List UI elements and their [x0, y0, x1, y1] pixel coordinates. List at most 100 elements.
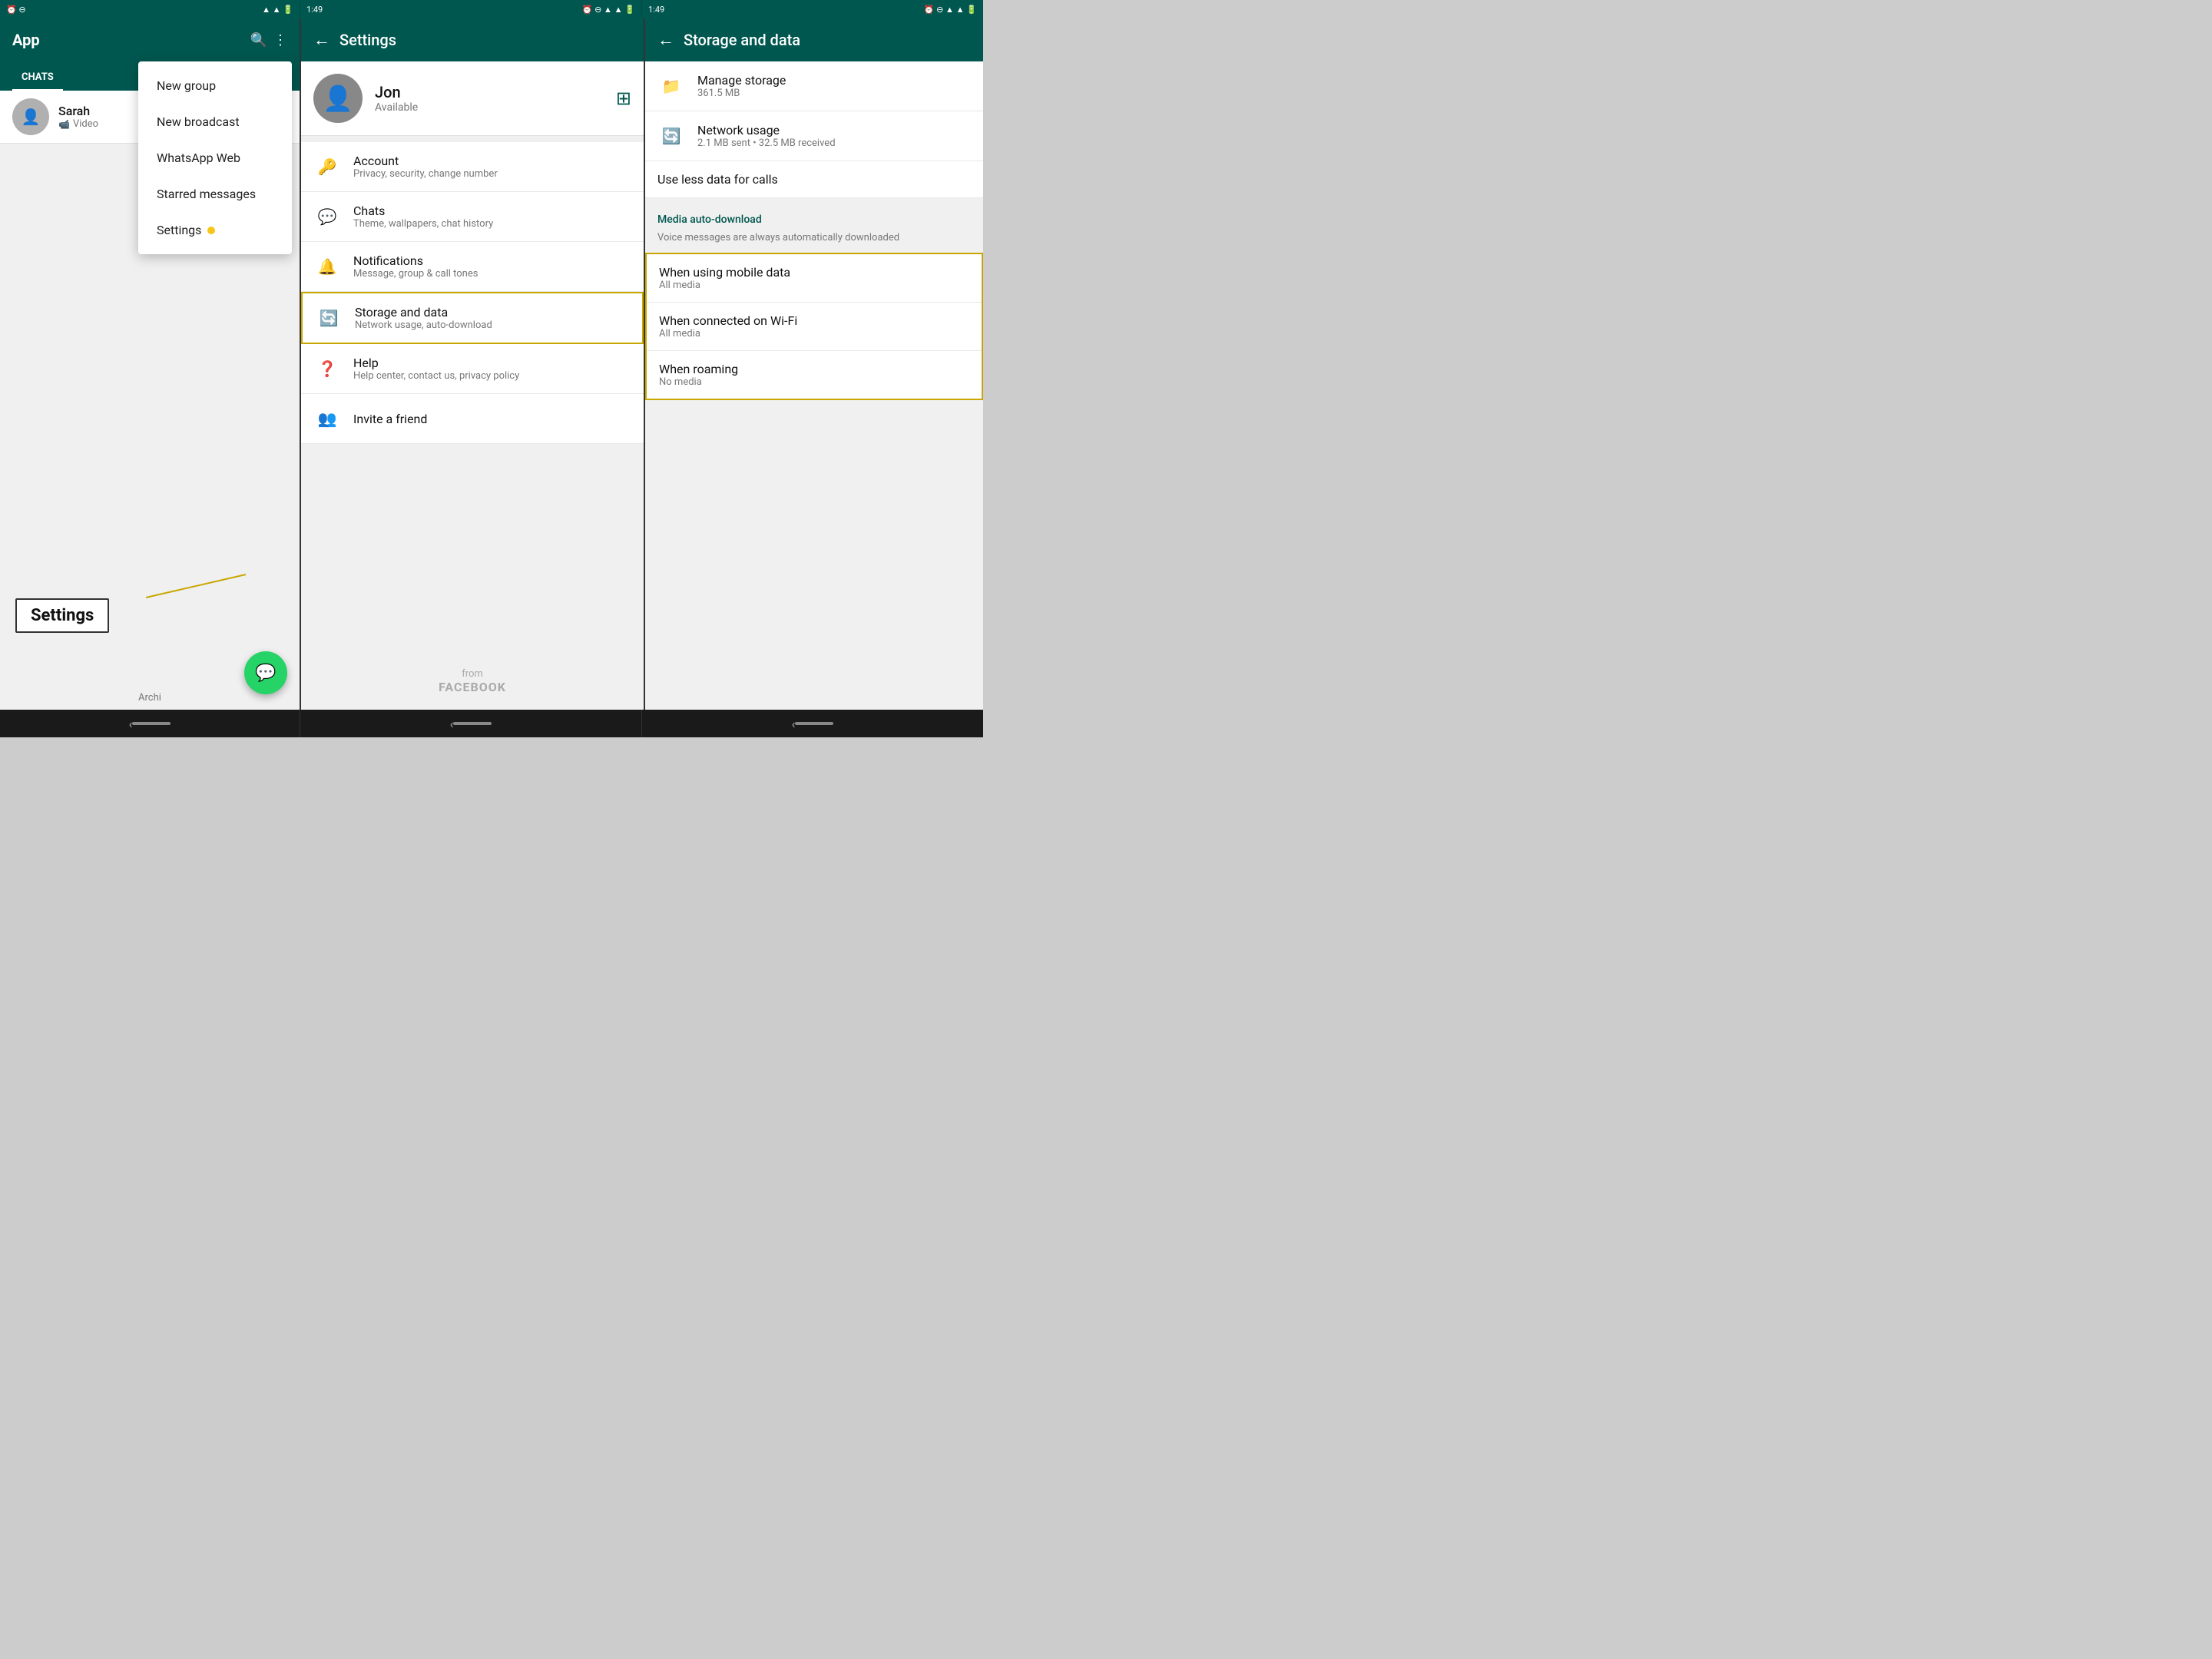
settings-title: Settings: [339, 31, 396, 49]
settings-group: 🔑 Account Privacy, security, change numb…: [301, 142, 644, 444]
manage-storage-title: Manage storage: [697, 73, 971, 88]
chats-subtitle: Theme, wallpapers, chat history: [353, 218, 631, 230]
panel-settings: ← Settings 👤 Jon Available ⊞ 🔑 Account P…: [300, 18, 645, 710]
roaming-subtitle: No media: [659, 376, 969, 388]
status-time-p2: 1:49: [306, 5, 323, 15]
network-usage-item[interactable]: 🔄 Network usage 2.1 MB sent • 32.5 MB re…: [645, 111, 983, 161]
settings-item-help[interactable]: ❓ Help Help center, contact us, privacy …: [301, 344, 644, 394]
menu-item-new-broadcast[interactable]: New broadcast: [138, 104, 292, 140]
menu-item-new-group[interactable]: New group: [138, 68, 292, 104]
media-auto-download-label: Media auto-download: [645, 204, 983, 229]
bottom-nav-panel3: ‹: [641, 710, 983, 737]
chatlist-header: App 🔍 ⋮: [0, 18, 300, 61]
chats-title: Chats: [353, 204, 631, 218]
wifi-title: When connected on Wi-Fi: [659, 313, 969, 328]
account-title: Account: [353, 154, 631, 168]
bottom-nav-panel2: ‹: [300, 710, 641, 737]
fab-icon: 💬: [255, 664, 276, 683]
nav-indicator-p1: [132, 722, 171, 725]
nav-indicator-p2: [453, 722, 492, 725]
settings-header: ← Settings: [301, 18, 644, 61]
avatar-sarah: 👤: [12, 98, 49, 135]
storage-subtitle: Network usage, auto-download: [355, 320, 630, 331]
fab-new-chat[interactable]: 💬: [244, 651, 287, 694]
settings-item-invite[interactable]: 👥 Invite a friend: [301, 394, 644, 444]
help-title: Help: [353, 356, 631, 370]
status-time-p3: 1:49: [648, 5, 664, 15]
settings-arrow: [123, 567, 261, 605]
status-icons-p2: ⏰ ⊖ ▲ ▲ 🔋: [582, 5, 635, 15]
main-panels: App 🔍 ⋮ CHATS 👤 Sarah 📹 Video: [0, 18, 983, 710]
mobile-data-subtitle: All media: [659, 280, 969, 291]
folder-icon: 📁: [657, 72, 685, 100]
settings-item-storage[interactable]: 🔄 Storage and data Network usage, auto-d…: [301, 292, 644, 344]
footer-from: from: [316, 668, 628, 680]
search-icon[interactable]: 🔍: [250, 32, 267, 48]
status-icons-p3: ⏰ ⊖ ▲ ▲ 🔋: [924, 5, 977, 15]
media-mobile-data-item[interactable]: When using mobile data All media: [647, 254, 982, 303]
storage-header: ← Storage and data: [645, 18, 983, 61]
qr-icon[interactable]: ⊞: [616, 88, 631, 109]
status-icons-left: ⏰ ⊖: [6, 5, 26, 15]
notifications-title: Notifications: [353, 253, 631, 268]
footer-brand: FACEBOOK: [316, 680, 628, 694]
help-subtitle: Help center, contact us, privacy policy: [353, 370, 631, 382]
storage-section: 📁 Manage storage 361.5 MB 🔄 Network usag…: [645, 61, 983, 198]
settings-item-notifications[interactable]: 🔔 Notifications Message, group & call to…: [301, 242, 644, 292]
chat-icon: 💬: [313, 203, 341, 230]
menu-item-whatsapp-web[interactable]: WhatsApp Web: [138, 140, 292, 176]
network-usage-subtitle: 2.1 MB sent • 32.5 MB received: [697, 137, 971, 149]
manage-storage-item[interactable]: 📁 Manage storage 361.5 MB: [645, 61, 983, 111]
profile-name: Jon: [375, 83, 604, 101]
menu-item-settings[interactable]: Settings: [138, 212, 292, 248]
roaming-title: When roaming: [659, 362, 969, 376]
profile-section[interactable]: 👤 Jon Available ⊞: [301, 61, 644, 136]
invite-title: Invite a friend: [353, 412, 631, 426]
storage-title: Storage and data: [355, 305, 630, 320]
bell-icon: 🔔: [313, 253, 341, 280]
bottom-nav-panel1: ‹: [0, 710, 300, 737]
app-title: App: [12, 31, 40, 49]
storage-icon: 🔄: [315, 304, 343, 332]
more-icon[interactable]: ⋮: [273, 32, 287, 48]
use-less-data-item[interactable]: Use less data for calls: [645, 161, 983, 198]
storage-title: Storage and data: [684, 31, 800, 49]
tab-chats[interactable]: CHATS: [12, 65, 63, 91]
media-auto-download-description: Voice messages are always automatically …: [645, 229, 983, 253]
header-icons: 🔍 ⋮: [250, 32, 287, 48]
account-subtitle: Privacy, security, change number: [353, 168, 631, 180]
facebook-footer: from FACEBOOK: [301, 653, 644, 710]
video-icon: 📹: [58, 119, 70, 130]
back-button-storage[interactable]: ←: [657, 30, 674, 50]
use-less-data-title: Use less data for calls: [657, 172, 971, 187]
manage-storage-subtitle: 361.5 MB: [697, 88, 971, 99]
network-icon: 🔄: [657, 122, 685, 150]
help-icon: ❓: [313, 355, 341, 382]
nav-indicator-p3: [795, 722, 833, 725]
status-icons-right: ▲ ▲ 🔋: [262, 5, 293, 15]
settings-item-account[interactable]: 🔑 Account Privacy, security, change numb…: [301, 142, 644, 192]
status-bar-panel2: 1:49 ⏰ ⊖ ▲ ▲ 🔋: [300, 0, 641, 18]
status-bar-panel1: ⏰ ⊖ ▲ ▲ 🔋: [0, 0, 300, 18]
network-usage-title: Network usage: [697, 123, 971, 137]
settings-dot: [207, 227, 215, 234]
profile-status: Available: [375, 101, 604, 114]
wifi-subtitle: All media: [659, 328, 969, 339]
profile-avatar: 👤: [313, 74, 363, 123]
status-bars: ⏰ ⊖ ▲ ▲ 🔋 1:49 ⏰ ⊖ ▲ ▲ 🔋 1:49 ⏰ ⊖ ▲ ▲ 🔋: [0, 0, 983, 18]
bottom-navs: ‹ ‹ ‹: [0, 710, 983, 737]
panel-chatlist: App 🔍 ⋮ CHATS 👤 Sarah 📹 Video: [0, 18, 300, 710]
settings-item-chats[interactable]: 💬 Chats Theme, wallpapers, chat history: [301, 192, 644, 242]
media-wifi-item[interactable]: When connected on Wi-Fi All media: [647, 303, 982, 351]
panel-storage: ← Storage and data 📁 Manage storage 361.…: [645, 18, 983, 710]
media-roaming-item[interactable]: When roaming No media: [647, 351, 982, 399]
status-bar-panel3: 1:49 ⏰ ⊖ ▲ ▲ 🔋: [641, 0, 983, 18]
menu-item-starred[interactable]: Starred messages: [138, 176, 292, 212]
invite-icon: 👥: [313, 405, 341, 432]
mobile-data-title: When using mobile data: [659, 265, 969, 280]
media-download-section: When using mobile data All media When co…: [645, 253, 983, 400]
key-icon: 🔑: [313, 153, 341, 180]
back-button-settings[interactable]: ←: [313, 30, 330, 50]
notifications-subtitle: Message, group & call tones: [353, 268, 631, 280]
settings-callout: Settings: [15, 598, 109, 633]
